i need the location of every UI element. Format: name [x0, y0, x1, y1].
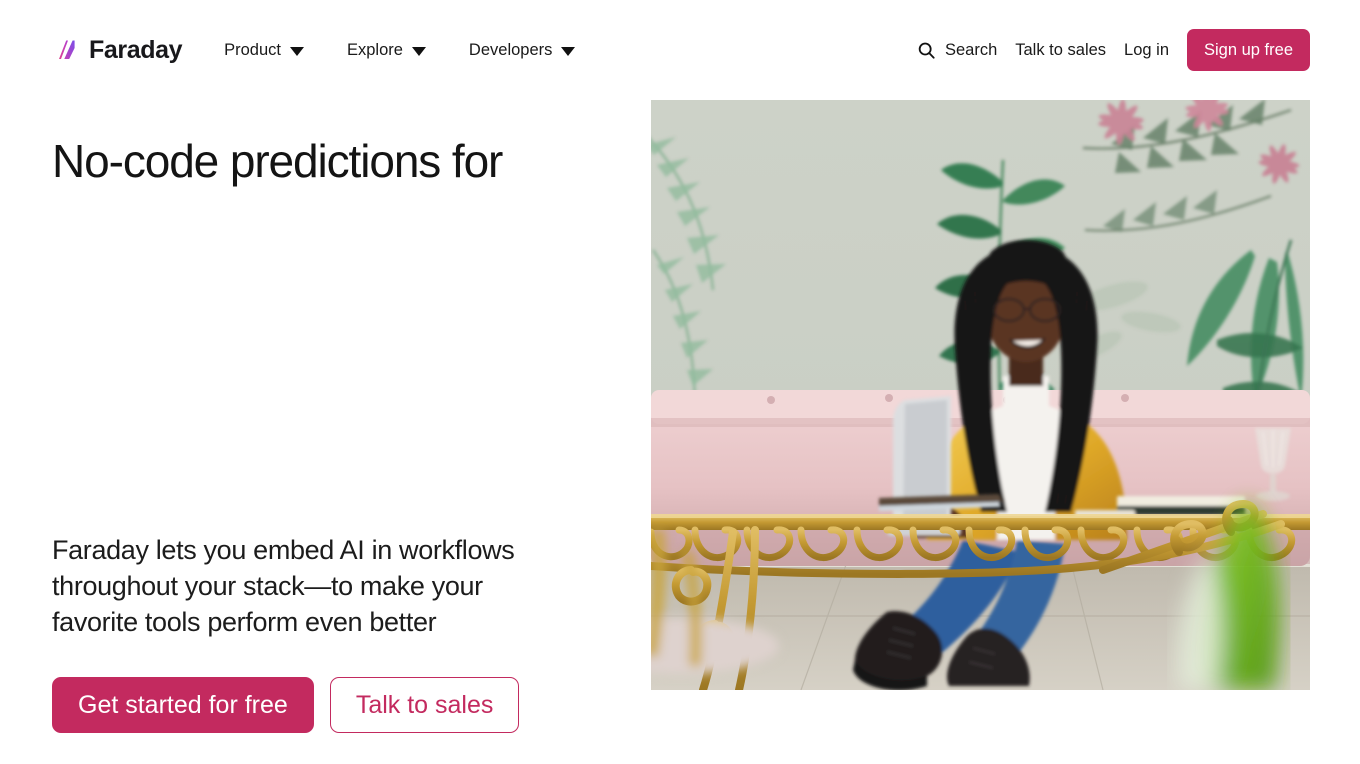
hero-body-block: Faraday lets you embed AI in workflows t… [52, 533, 651, 764]
nav-item-explore[interactable]: Explore [347, 33, 426, 68]
hero-section: No-code predictions for Faraday lets you… [0, 100, 1360, 764]
faraday-slash-mark-icon [59, 40, 75, 59]
nav-item-developers-label: Developers [468, 40, 553, 59]
nav-right-group: Search Talk to sales Log in Sign up free [917, 28, 1310, 72]
hero-subheadline: Faraday lets you embed AI in workflows t… [52, 534, 515, 637]
nav-talk-to-sales-link[interactable]: Talk to sales [1015, 35, 1106, 66]
nav-signup-free-button[interactable]: Sign up free [1187, 28, 1310, 72]
hero-headline-rotating-word [52, 188, 651, 240]
nav-item-product[interactable]: Product [224, 33, 304, 68]
chevron-down-icon [561, 46, 576, 56]
faraday-logo-home-link[interactable]: Faraday [52, 36, 182, 64]
hero-image-illustration [651, 100, 1310, 690]
nav-item-product-label: Product [224, 40, 281, 59]
logo-wordmark: Faraday [89, 35, 183, 64]
hero-headline: No-code predictions for [52, 134, 651, 240]
search-button-label: Search [944, 40, 998, 59]
search-icon [918, 42, 935, 59]
nav-left-group: Faraday Product Explore Developers [52, 33, 618, 68]
search-button[interactable]: Search [917, 35, 997, 66]
hero-headline-static: No-code predictions for [52, 135, 503, 187]
chevron-down-icon [289, 46, 304, 56]
hero-cta-row: Get started for free Talk to sales [52, 676, 651, 733]
get-started-for-free-button[interactable]: Get started for free [52, 676, 314, 733]
top-navigation-bar: Faraday Product Explore Developers Searc… [0, 0, 1360, 100]
talk-to-sales-button[interactable]: Talk to sales [329, 676, 520, 733]
primary-nav-links: Product Explore Developers [224, 33, 618, 68]
chevron-down-icon [411, 46, 426, 56]
hero-image [651, 100, 1310, 690]
hero-text-column: No-code predictions for Faraday lets you… [52, 100, 651, 764]
nav-item-explore-label: Explore [346, 40, 403, 59]
nav-item-developers[interactable]: Developers [468, 33, 576, 68]
nav-login-link[interactable]: Log in [1124, 35, 1169, 66]
